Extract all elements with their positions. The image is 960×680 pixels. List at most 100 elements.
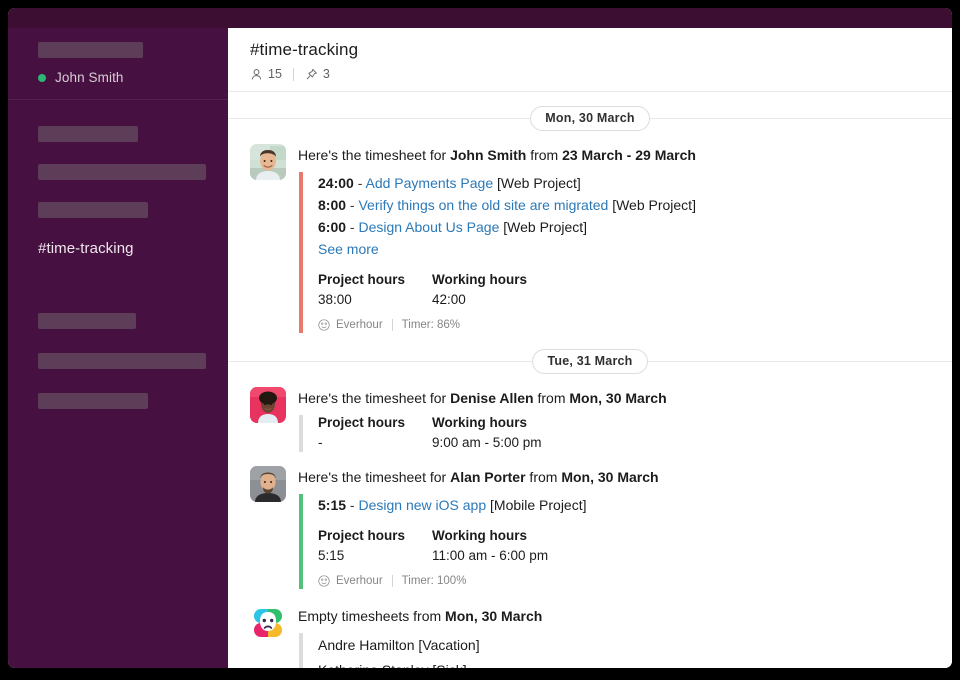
intro-person: Alan Porter <box>450 469 526 485</box>
entry-project: [Web Project] <box>612 197 696 213</box>
project-hours-value: 38:00 <box>318 292 352 307</box>
working-hours-value: 9:00 am - 5:00 pm <box>432 435 542 450</box>
entry-task-link[interactable]: Verify things on the old site are migrat… <box>358 197 608 213</box>
day-divider: Mon, 30 March <box>228 101 952 135</box>
message-body: Here's the timesheet for Alan Porter fro… <box>298 466 932 589</box>
intro-daterange: 23 March - 29 March <box>562 147 696 163</box>
window-titlebar <box>8 8 952 28</box>
list-item: Katherine Stanley [Sick] <box>318 658 932 668</box>
day-divider-chip[interactable]: Tue, 31 March <box>532 348 648 374</box>
footer-app-name: Everhour <box>336 319 383 331</box>
pins-count: 3 <box>322 67 330 81</box>
pins-count-button[interactable]: 3 <box>305 67 330 81</box>
message-item: Here's the timesheet for John Smith from… <box>228 138 952 335</box>
footer-timer: Timer: 100% <box>401 575 467 587</box>
sidebar-current-user[interactable]: John Smith <box>38 70 228 85</box>
attachment-footer: Everhour Timer: 100% <box>318 575 932 587</box>
timesheet-entry: 6:00 - Design About Us Page [Web Project… <box>318 219 588 235</box>
working-hours-column: Working hours 42:00 <box>432 272 632 307</box>
working-hours-column: Working hours 11:00 am - 6:00 pm <box>432 528 632 563</box>
entry-task-link[interactable]: Design new iOS app <box>358 497 486 513</box>
intro-daterange: Mon, 30 March <box>569 390 667 406</box>
members-count: 15 <box>268 67 282 81</box>
sidebar-placeholder-bar <box>38 164 206 180</box>
avatar-john-smith-photo <box>250 144 286 180</box>
timesheet-attachment: 5:15 - Design new iOS app [Mobile Projec… <box>299 494 932 589</box>
hours-summary: Project hours - Working hours 9:00 am - … <box>318 415 932 450</box>
status-online-dot <box>38 73 46 82</box>
channel-header: #time-tracking 15 3 <box>228 28 952 92</box>
members-count-button[interactable]: 15 <box>250 67 282 81</box>
message-item: Here's the timesheet for Denise Allen fr… <box>228 381 952 454</box>
everhour-icon <box>318 575 330 587</box>
entry-project: [Web Project] <box>503 219 588 235</box>
sidebar-placeholder-bar <box>38 126 138 142</box>
sidebar-secondary-list <box>8 257 228 409</box>
attachment-footer: Everhour Timer: 86% <box>318 319 932 331</box>
intro-person: John Smith <box>450 147 527 163</box>
entry-task-link[interactable]: Add Payments Page <box>365 175 493 191</box>
message-intro: Here's the timesheet for John Smith from… <box>298 145 932 165</box>
project-hours-column: Project hours - <box>318 415 432 450</box>
avatar[interactable] <box>250 144 286 180</box>
message-item: Empty timesheets from Mon, 30 March Andr… <box>228 591 952 668</box>
entry-hours: 6:00 <box>318 219 347 235</box>
sidebar: John Smith #time-tracking <box>8 28 228 668</box>
timesheet-entry: 24:00 - Add Payments Page [Web Project] <box>318 175 581 191</box>
sidebar-placeholder-bar <box>38 393 148 409</box>
entry-task-link[interactable]: Design About Us Page <box>358 219 499 235</box>
timesheet-attachment: Project hours - Working hours 9:00 am - … <box>299 415 932 452</box>
avatar[interactable] <box>250 466 286 502</box>
working-hours-label: Working hours <box>432 528 528 543</box>
sidebar-placeholder-bar <box>38 202 148 218</box>
hours-summary: Project hours 5:15 Working hours 11:00 a… <box>318 528 932 563</box>
sidebar-channel-list: #time-tracking <box>8 110 228 257</box>
entry-hours: 8:00 <box>318 197 347 213</box>
sidebar-placeholder-bar <box>38 313 136 329</box>
footer-separator <box>391 575 393 587</box>
day-divider-chip[interactable]: Mon, 30 March <box>530 105 650 131</box>
working-hours-value: 11:00 am - 6:00 pm <box>432 548 549 563</box>
working-hours-label: Working hours <box>432 415 528 430</box>
empty-people-list: Andre Hamilton [Vacation] Katherine Stan… <box>318 633 932 668</box>
sidebar-item-time-tracking[interactable]: #time-tracking <box>38 240 228 257</box>
message-item: Here's the timesheet for Alan Porter fro… <box>228 454 952 591</box>
entry-hours: 5:15 <box>318 497 347 513</box>
sidebar-placeholder-bar <box>38 353 206 369</box>
project-hours-label: Project hours <box>318 528 406 543</box>
project-hours-label: Project hours <box>318 272 406 287</box>
person-icon <box>251 68 262 79</box>
hours-summary: Project hours 38:00 Working hours 42:00 <box>318 272 932 307</box>
everhour-icon <box>318 319 330 331</box>
message-body: Here's the timesheet for Denise Allen fr… <box>298 387 932 452</box>
avatar-alan-porter-photo <box>250 466 286 502</box>
timesheet-entry: 8:00 - Verify things on the old site are… <box>318 197 696 213</box>
intro-middle: from <box>533 390 570 406</box>
intro-person: Denise Allen <box>450 390 534 406</box>
intro-prefix: Here's the timesheet for <box>298 147 451 163</box>
footer-app-name: Everhour <box>336 575 383 587</box>
message-body: Here's the timesheet for John Smith from… <box>298 144 932 333</box>
app-window: John Smith #time-tracking #time-tracking <box>8 8 952 668</box>
intro-middle: from <box>525 469 562 485</box>
main-panel: #time-tracking 15 3 Mon, 30 March Here's… <box>228 28 952 668</box>
timesheet-entry: 5:15 - Design new iOS app [Mobile Projec… <box>318 497 587 513</box>
project-hours-column: Project hours 5:15 <box>318 528 432 563</box>
working-hours-value: 42:00 <box>432 292 466 307</box>
intro-prefix: Here's the timesheet for <box>298 469 451 485</box>
intro-prefix: Empty timesheets from <box>298 608 446 624</box>
intro-daterange: Mon, 30 March <box>561 469 659 485</box>
message-intro: Here's the timesheet for Alan Porter fro… <box>298 467 932 487</box>
message-intro: Empty timesheets from Mon, 30 March <box>298 606 932 626</box>
intro-prefix: Here's the timesheet for <box>298 390 451 406</box>
intro-daterange: Mon, 30 March <box>445 608 543 624</box>
entry-project: [Mobile Project] <box>490 497 587 513</box>
see-more-link[interactable]: See more <box>318 238 932 260</box>
project-hours-value: 5:15 <box>318 548 345 563</box>
avatar[interactable] <box>250 605 286 641</box>
avatar[interactable] <box>250 387 286 423</box>
empty-timesheets-attachment: Andre Hamilton [Vacation] Katherine Stan… <box>299 633 932 668</box>
meta-separator <box>292 67 294 81</box>
sidebar-workspace-section: John Smith <box>8 28 228 110</box>
everhour-logo-sad-icon <box>250 605 286 641</box>
